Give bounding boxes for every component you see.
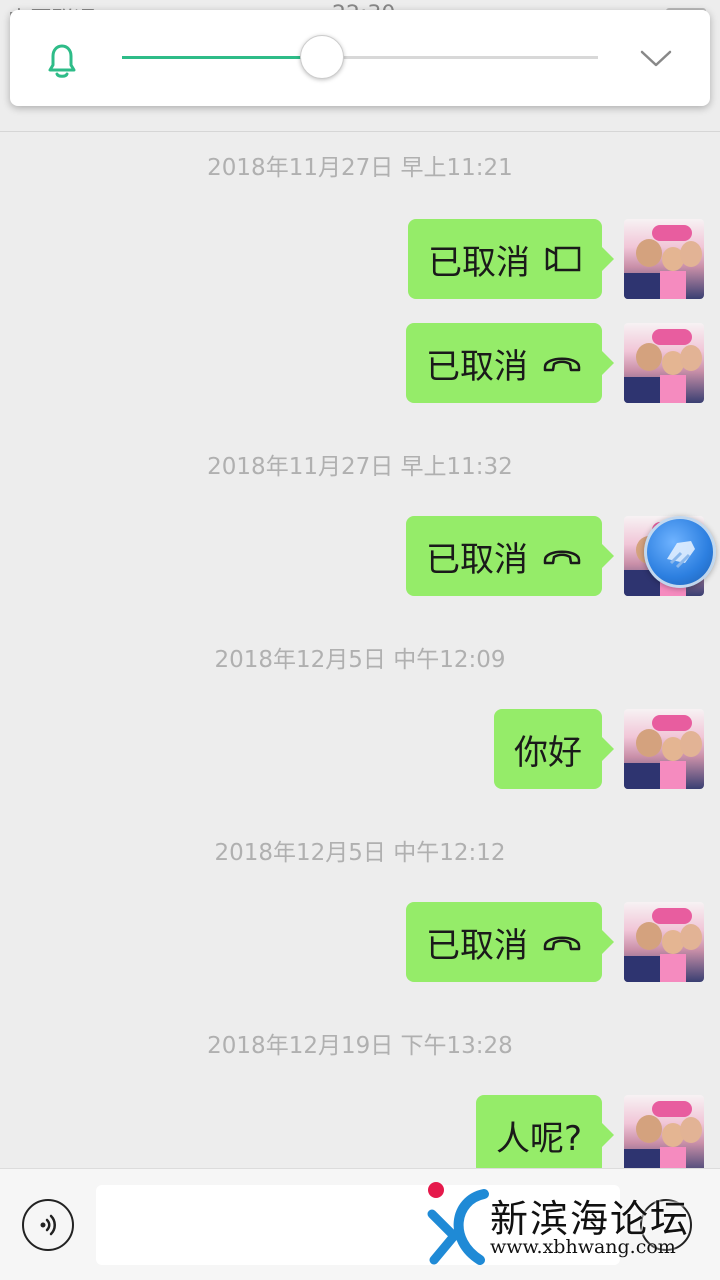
volume-panel xyxy=(10,10,710,106)
message-row: 已取消 xyxy=(364,902,704,982)
video-call-icon xyxy=(545,246,581,272)
watermark-title: 新滨海论坛 xyxy=(490,1197,691,1241)
message-text: 已取消 xyxy=(426,925,528,966)
timestamp: 2018年11月27日 早上11:32 xyxy=(207,454,513,480)
phone-hangup-icon xyxy=(543,357,581,372)
voice-input-button[interactable] xyxy=(22,1199,74,1251)
message-bubble[interactable]: 已取消 xyxy=(406,516,614,596)
bell-icon[interactable] xyxy=(44,40,80,80)
hand-icon xyxy=(667,541,695,569)
message-text: 人呢? xyxy=(495,1118,582,1159)
message-text: 已取消 xyxy=(428,242,530,283)
phone-hangup-icon xyxy=(543,550,581,565)
message-bubble[interactable]: 已取消 xyxy=(406,902,614,982)
message-text: 你好 xyxy=(514,732,582,773)
avatar[interactable] xyxy=(624,709,704,789)
avatar[interactable] xyxy=(624,1095,704,1175)
avatar[interactable] xyxy=(624,219,704,299)
message-bubble[interactable]: 已取消 xyxy=(406,323,614,403)
watermark-url: www.xbhwang.com xyxy=(490,1236,676,1258)
voice-icon xyxy=(40,1214,56,1236)
message-row: 已取消 xyxy=(364,323,704,403)
timestamp: 2018年11月27日 早上11:21 xyxy=(207,155,513,181)
message-bubble[interactable]: 人呢? xyxy=(475,1095,615,1175)
watermark: 新滨海论坛 www.xbhwang.com xyxy=(424,1180,720,1270)
message-text: 已取消 xyxy=(426,539,528,580)
message-text: 已取消 xyxy=(426,346,528,387)
volume-slider-fill xyxy=(122,56,322,59)
watermark-logo xyxy=(427,1182,489,1265)
timestamp: 2018年12月5日 中午12:12 xyxy=(214,840,506,866)
phone-hangup-icon xyxy=(543,936,581,951)
message-bubble[interactable]: 已取消 xyxy=(408,219,614,299)
volume-slider[interactable] xyxy=(122,35,598,79)
avatar[interactable] xyxy=(624,323,704,403)
message-row: 已取消 xyxy=(364,219,704,299)
avatar[interactable] xyxy=(624,902,704,982)
timestamp: 2018年12月19日 下午13:28 xyxy=(207,1033,513,1059)
volume-slider-thumb[interactable] xyxy=(299,35,344,79)
timestamp: 2018年12月5日 中午12:09 xyxy=(214,647,506,673)
floating-assistant-button[interactable] xyxy=(644,516,716,588)
message-bubble[interactable]: 你好 xyxy=(494,709,614,789)
message-row: 人呢? xyxy=(444,1095,704,1175)
chevron-down-icon[interactable] xyxy=(638,46,674,70)
message-row: 你好 xyxy=(444,709,704,789)
